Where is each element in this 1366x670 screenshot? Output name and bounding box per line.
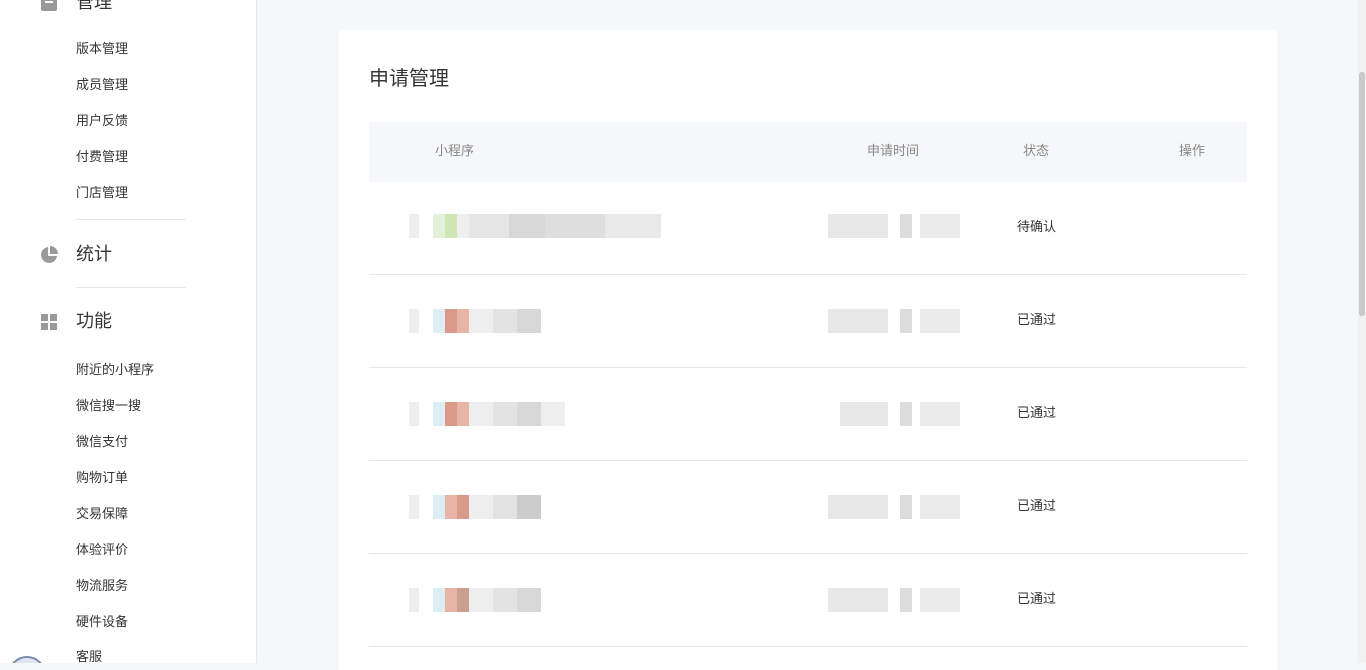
table-row: 已通过 bbox=[369, 368, 1247, 461]
page-scrollbar-thumb[interactable] bbox=[1359, 72, 1365, 316]
sidebar-item-logistics[interactable]: 物流服务 bbox=[76, 577, 128, 597]
sidebar-item-wechat-pay[interactable]: 微信支付 bbox=[76, 433, 128, 453]
sidebar-section-manage: 管理 bbox=[0, 0, 256, 18]
page-scrollbar[interactable] bbox=[1358, 0, 1366, 663]
blurred-mini-program-name bbox=[409, 214, 661, 238]
blurred-apply-time bbox=[828, 495, 960, 519]
blurred-mini-program-name bbox=[409, 588, 541, 612]
section-title-stats: 统计 bbox=[76, 244, 112, 265]
sidebar-divider bbox=[76, 287, 186, 288]
sidebar-item-wechat-search[interactable]: 微信搜一搜 bbox=[76, 397, 141, 417]
apply-manage-card: 申请管理 小程序 申请时间 状态 操作 待确认 已通过 已通过 已通过 已通过 bbox=[339, 30, 1277, 670]
status-text: 已通过 bbox=[1017, 406, 1057, 421]
sidebar-section-functions: 功能 bbox=[0, 307, 256, 337]
column-header-action: 操作 bbox=[1179, 144, 1206, 159]
table-row: 已通过 bbox=[369, 275, 1247, 368]
page-title: 申请管理 bbox=[369, 66, 449, 90]
blurred-apply-time bbox=[840, 402, 960, 426]
blurred-mini-program-name bbox=[409, 495, 541, 519]
column-header-mini-program: 小程序 bbox=[435, 144, 475, 159]
sidebar: 管理 版本管理 成员管理 用户反馈 付费管理 门店管理 统计 功能 附近的小程序… bbox=[0, 0, 257, 663]
sidebar-item-hardware[interactable]: 硬件设备 bbox=[76, 613, 128, 633]
table-row: 待确认 bbox=[369, 182, 1247, 275]
table-header: 小程序 申请时间 状态 操作 bbox=[369, 122, 1247, 182]
section-title-manage: 管理 bbox=[76, 0, 112, 13]
sidebar-item-members[interactable]: 成员管理 bbox=[76, 76, 128, 96]
status-text: 已通过 bbox=[1017, 592, 1057, 607]
sidebar-item-experience-review[interactable]: 体验评价 bbox=[76, 541, 128, 561]
sidebar-item-feedback[interactable]: 用户反馈 bbox=[76, 112, 128, 132]
blurred-apply-time bbox=[828, 588, 960, 612]
status-text: 已通过 bbox=[1017, 499, 1057, 514]
status-text: 已通过 bbox=[1017, 313, 1057, 328]
status-text: 待确认 bbox=[1017, 220, 1057, 235]
sidebar-item-trade-guarantee[interactable]: 交易保障 bbox=[76, 505, 128, 525]
sidebar-item-version[interactable]: 版本管理 bbox=[76, 40, 128, 60]
sidebar-item-store[interactable]: 门店管理 bbox=[76, 184, 128, 204]
manage-icon bbox=[41, 0, 57, 11]
pie-chart-icon bbox=[41, 246, 58, 263]
avatar[interactable] bbox=[8, 656, 46, 663]
sidebar-item-nearby-mini-program[interactable]: 附近的小程序 bbox=[76, 361, 154, 381]
sidebar-item-shopping-orders[interactable]: 购物订单 bbox=[76, 469, 128, 489]
blurred-apply-time bbox=[828, 309, 960, 333]
column-header-status: 状态 bbox=[1023, 144, 1050, 159]
blurred-mini-program-name bbox=[409, 402, 565, 426]
sidebar-section-stats[interactable]: 统计 bbox=[0, 240, 256, 270]
sidebar-item-payment-manage[interactable]: 付费管理 bbox=[76, 148, 128, 168]
table-row: 已通过 bbox=[369, 554, 1247, 647]
blurred-mini-program-name bbox=[409, 309, 541, 333]
sidebar-item-customer-service[interactable]: 客服 bbox=[76, 648, 102, 663]
blurred-apply-time bbox=[828, 214, 960, 238]
grid-icon bbox=[41, 314, 57, 330]
section-title-functions: 功能 bbox=[76, 311, 112, 332]
table-row: 已通过 bbox=[369, 461, 1247, 554]
column-header-apply-time: 申请时间 bbox=[867, 144, 920, 159]
sidebar-divider bbox=[76, 219, 186, 220]
